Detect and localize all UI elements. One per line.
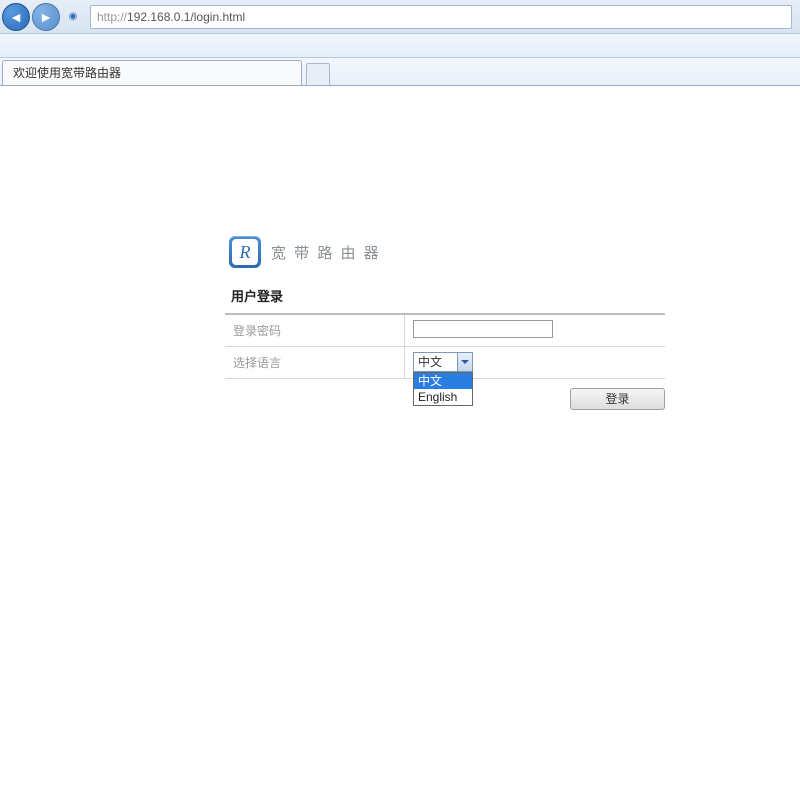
dropdown-button[interactable]	[457, 353, 472, 371]
brand-row: R 宽 带 路 由 器	[225, 236, 665, 278]
language-field-cell: 中文 中文 English	[405, 347, 665, 378]
language-dropdown: 中文 English	[413, 372, 473, 406]
arrow-left-icon: ◄	[9, 9, 23, 25]
page-content: R 宽 带 路 由 器 用户登录 登录密码 选择语言 中文 中文 English	[0, 86, 800, 410]
password-input[interactable]	[413, 320, 553, 338]
browser-spacer	[0, 34, 800, 58]
tab-title: 欢迎使用宽带路由器	[13, 66, 121, 80]
login-button[interactable]: 登录	[570, 388, 665, 410]
row-language: 选择语言 中文 中文 English	[225, 347, 665, 379]
browser-toolbar: ◄ ► ◉ http://192.168.0.1/login.html	[0, 0, 800, 34]
brand-logo-icon: R	[229, 236, 261, 268]
chevron-down-icon	[461, 360, 469, 364]
language-label: 选择语言	[225, 347, 405, 378]
language-option-en[interactable]: English	[414, 389, 472, 405]
nav-buttons: ◄ ►	[2, 3, 62, 31]
brand-title: 宽 带 路 由 器	[271, 242, 381, 263]
language-selected-value: 中文	[414, 353, 457, 371]
url-protocol: http://	[97, 10, 127, 24]
password-field-cell	[405, 315, 665, 346]
new-tab-button[interactable]	[306, 63, 330, 85]
row-password: 登录密码	[225, 315, 665, 347]
tab-strip: 欢迎使用宽带路由器	[0, 58, 800, 86]
back-button[interactable]: ◄	[2, 3, 30, 31]
arrow-right-icon: ►	[39, 9, 53, 25]
language-select[interactable]: 中文	[413, 352, 473, 372]
password-label: 登录密码	[225, 315, 405, 346]
browser-tab[interactable]: 欢迎使用宽带路由器	[2, 60, 302, 85]
forward-button[interactable]: ►	[32, 3, 60, 31]
brand-logo-letter: R	[240, 242, 251, 263]
panel-title: 用户登录	[225, 278, 665, 315]
login-panel: R 宽 带 路 由 器 用户登录 登录密码 选择语言 中文 中文 English	[225, 236, 665, 410]
language-option-zh[interactable]: 中文	[414, 373, 472, 389]
url-path: 192.168.0.1/login.html	[127, 10, 245, 24]
wifi-icon: ◉	[66, 10, 80, 24]
address-bar[interactable]: http://192.168.0.1/login.html	[90, 5, 792, 29]
